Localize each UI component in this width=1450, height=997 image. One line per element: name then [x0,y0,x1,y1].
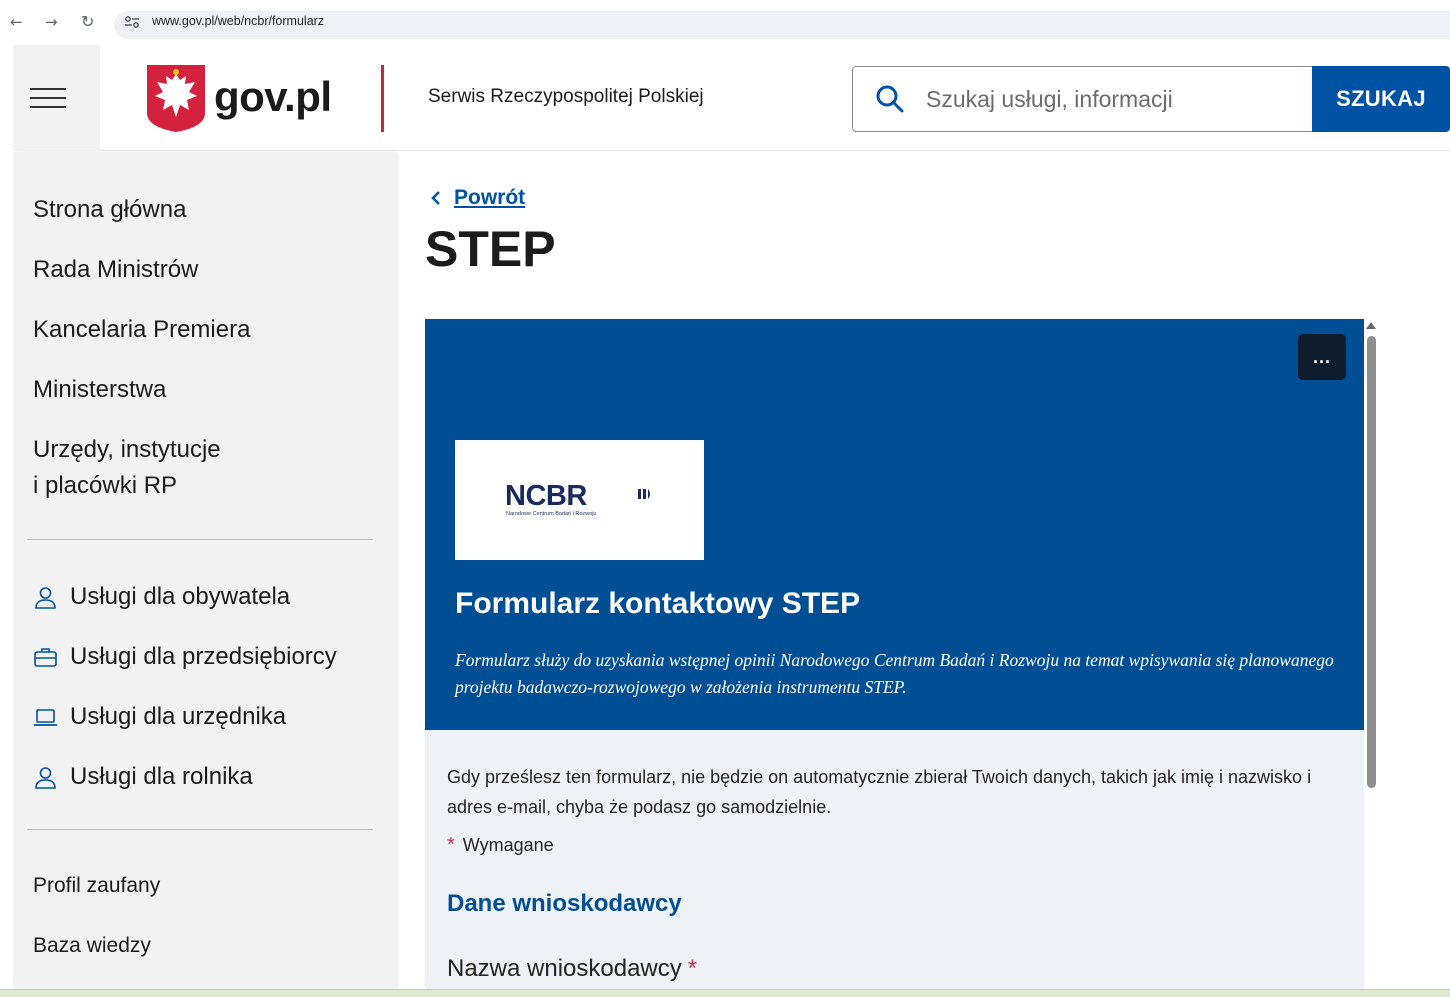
field-label-applicant-name: Nazwa wnioskodawcy * [447,955,697,983]
hamburger-icon[interactable] [30,88,66,108]
search-input[interactable] [926,81,1296,117]
sidebar-item-business-services[interactable]: Usługi dla przedsiębiorcy [33,639,337,675]
site-header: gov.pl Serwis Rzeczypospolitej Polskiej … [13,45,1450,151]
sidebar-divider [27,829,373,830]
reload-icon[interactable]: ↻ [81,12,94,32]
gov-pl-logo[interactable]: gov.pl [214,73,332,121]
back-link[interactable]: Powrót [430,186,525,210]
back-link-label[interactable]: Powrót [454,186,525,210]
sidebar-item-home[interactable]: Strona główna [33,192,186,228]
url-text[interactable]: www.gov.pl/web/ncbr/formularz [152,14,324,28]
sidebar-item-farmer-services[interactable]: Usługi dla rolnika [33,759,253,795]
person-icon [35,586,56,609]
sidebar-item-label: Usługi dla urzędnika [70,703,287,730]
menu-toggle[interactable] [13,45,100,151]
sidebar-item-knowledge-base[interactable]: Baza wiedzy [33,934,151,958]
form-banner: ... NCBR Narodowe Centrum Badań i Rozwoj… [425,319,1364,730]
embedded-form: ... NCBR Narodowe Centrum Badań i Rozwoj… [425,319,1364,997]
service-name: Serwis Rzeczypospolitej Polskiej [428,86,704,107]
sidebar-item-ministries[interactable]: Ministerstwa [33,372,166,408]
bottom-strip [0,989,1450,997]
required-label: Wymagane [462,835,554,855]
privacy-notice: Gdy prześlesz ten formularz, nie będzie … [447,767,1312,817]
required-star: * [687,955,698,982]
more-options-button[interactable]: ... [1298,334,1346,380]
sidebar-item-trusted-profile[interactable]: Profil zaufany [33,874,160,898]
sidebar-item-offices[interactable]: Urzędy, instytucje [33,432,221,468]
arrow-left-icon[interactable]: ← [10,12,23,32]
sidebar-divider [27,539,373,540]
sidebar-item-label: Usługi dla przedsiębiorcy [70,643,337,670]
required-star: * [447,834,455,856]
sidebar-item-label: Usługi dla rolnika [70,763,253,790]
form-description: Formularz służy do uzyskania wstępnej op… [455,650,1334,697]
sidebar-item-official-services[interactable]: Usługi dla urzędnika [33,699,286,735]
sidebar-item-council-of-ministers[interactable]: Rada Ministrów [33,252,198,288]
site-settings-icon[interactable] [124,15,140,29]
section-title: Dane wnioskodawcy [447,890,682,917]
required-note: * Wymagane [447,834,554,857]
search-icon [876,85,904,113]
header-divider [381,65,384,132]
ncbr-logo: NCBR Narodowe Centrum Badań i Rozwoju [455,440,704,560]
sidebar-item-chancellery[interactable]: Kancelaria Premiera [33,312,250,348]
ncbr-logo-subtitle: Narodowe Centrum Badań i Rozwoju [506,511,597,517]
search-box[interactable] [852,66,1313,132]
form-title: Formularz kontaktowy STEP [455,587,861,620]
sidebar-item-offices-line2[interactable]: i placówki RP [33,468,177,504]
search-button[interactable]: SZUKAJ [1312,66,1450,132]
ncbr-mark-icon [638,489,650,499]
laptop-icon [34,708,57,726]
chevron-left-icon [431,191,440,205]
sidebar-item-citizen-services[interactable]: Usługi dla obywatela [33,579,290,615]
sidebar: Strona główna Rada Ministrów Kancelaria … [13,152,396,997]
scrollbar-thumb[interactable] [1367,336,1376,788]
field-label-text: Nazwa wnioskodawcy [447,955,682,982]
ncbr-logo-text: NCBR [505,480,587,512]
briefcase-icon [34,647,57,667]
arrow-right-icon[interactable]: → [45,12,58,32]
form-body: Gdy prześlesz ten formularz, nie będzie … [425,730,1364,997]
browser-toolbar: ← → ↻ www.gov.pl/web/ncbr/formularz [0,0,1450,44]
polish-eagle-emblem-icon[interactable] [147,65,205,132]
sidebar-item-label: Usługi dla obywatela [70,583,291,610]
scroll-up-arrow-icon[interactable] [1366,322,1376,329]
person-icon [35,766,56,789]
page-title: STEP [425,221,556,277]
